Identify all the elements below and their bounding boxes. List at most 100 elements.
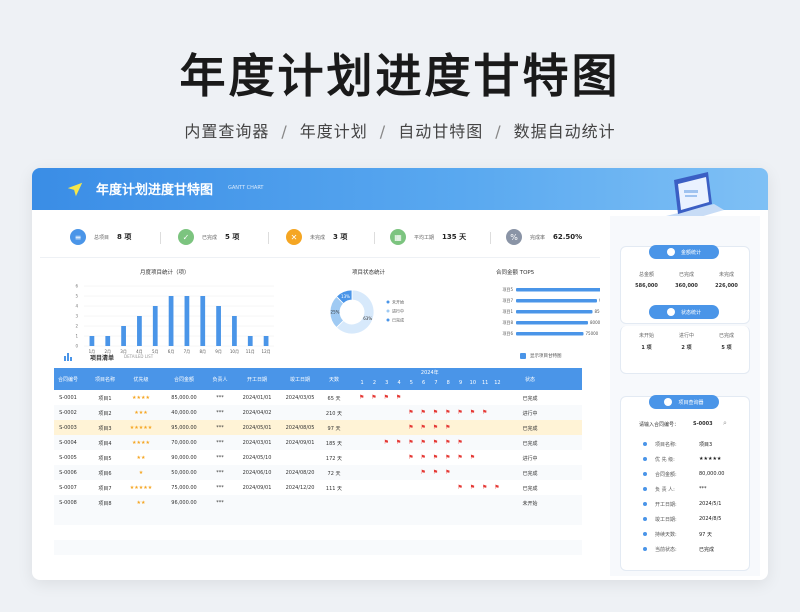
tag-separator: / bbox=[495, 122, 502, 141]
field-value: 已完成 bbox=[699, 547, 715, 553]
query-panel-title: 项目查询器 bbox=[649, 395, 719, 409]
category-label: 项目7 bbox=[502, 297, 513, 303]
amount-label: 已完成 bbox=[678, 272, 694, 278]
month-header: 3 bbox=[385, 380, 389, 386]
gantt-flag-icon: ⚑ bbox=[408, 424, 414, 431]
table-cell: 2024/09/01 bbox=[242, 485, 272, 491]
gantt-flag-icon: ⚑ bbox=[469, 484, 476, 491]
search-icon[interactable]: ⌕ bbox=[723, 419, 727, 428]
month-header: 2 bbox=[372, 380, 377, 386]
gantt-flag-icon: ⚑ bbox=[432, 469, 439, 476]
side-panel: 金额统计 总金额 已完成 未完成 586,000 360,000 226,000… bbox=[610, 216, 760, 576]
table-cell: 210 天 bbox=[325, 411, 343, 417]
table-cell: ★★★★ bbox=[132, 440, 150, 446]
table-cell: 2024/01/01 bbox=[242, 395, 272, 401]
column-header: 竣工日期 bbox=[289, 377, 310, 383]
status-cell: 已完成 bbox=[522, 471, 538, 477]
gantt-flag-icon: ⚑ bbox=[371, 394, 377, 401]
query-prompt: 请输入合同编号： bbox=[639, 422, 680, 428]
category-label: 项目1 bbox=[502, 308, 513, 314]
table-row[interactable]: S-0007 项目7 ★★★★★ 75,000.00 *** 2024/09/01 2024… bbox=[54, 480, 582, 495]
table-row[interactable]: S-0003 项目3 ★★★★★ 95,000.00 *** 2024/05/01 2024… bbox=[54, 420, 582, 435]
gantt-flag-icon: ⚑ bbox=[408, 409, 414, 416]
banner-subtitle: GANTT CHART bbox=[228, 185, 264, 191]
y-tick-label: 5 bbox=[75, 294, 78, 299]
field-label: 持续天数: bbox=[655, 532, 677, 538]
gantt-flag-icon: ⚑ bbox=[457, 454, 463, 461]
status-cell: 已完成 bbox=[522, 486, 538, 492]
stat-total: ≡ 总项目 8 项 bbox=[70, 228, 131, 246]
gantt-flag-icon: ⚑ bbox=[469, 409, 476, 416]
hero-tag: 内置查询器 bbox=[184, 122, 270, 141]
gantt-flag-icon: ⚑ bbox=[432, 424, 439, 431]
hero-tag: 自动甘特图 bbox=[398, 122, 484, 141]
stat-label: 总项目 bbox=[94, 234, 110, 241]
category-label: 项目6 bbox=[502, 330, 513, 336]
legend-dot bbox=[386, 318, 390, 322]
query-panel: 项目查询器 请输入合同编号： S-0003 ⌕ 项目名称: 项目3 优 先 级: ★★… bbox=[620, 395, 750, 571]
bar bbox=[152, 306, 158, 346]
status-value: 2 项 bbox=[681, 345, 692, 351]
column-header: 项目名称 bbox=[94, 377, 115, 383]
column-header: 天数 bbox=[328, 377, 339, 383]
table-row[interactable]: S-0008 项目8 ★★ 96,000.00 *** 未开始 bbox=[54, 495, 582, 510]
table-cell: 项目8 bbox=[98, 501, 112, 507]
data-label: 80000 bbox=[590, 320, 600, 325]
table-row[interactable]: S-0005 项目5 ★★ 90,000.00 *** 2024/05/10 172 天 ⚑ ⚑… bbox=[54, 450, 582, 465]
table-row[interactable]: S-0004 项目4 ★★★★ 70,000.00 *** 2024/03/01 2024/… bbox=[54, 435, 582, 450]
status-cell: 进行中 bbox=[522, 456, 538, 462]
legend-dot bbox=[386, 300, 390, 304]
bar bbox=[516, 332, 584, 336]
amount-label: 总金额 bbox=[638, 272, 654, 278]
stat-avg-duration: ▦ 平均工期 135 天 bbox=[390, 228, 466, 246]
field-label: 项目名称: bbox=[655, 442, 677, 448]
bar bbox=[89, 336, 95, 346]
field-label: 当前状态: bbox=[655, 547, 677, 553]
field-bullet bbox=[643, 547, 647, 551]
table-cell: 97 天 bbox=[327, 426, 341, 432]
table-cell: *** bbox=[216, 395, 224, 401]
field-bullet bbox=[643, 487, 647, 491]
field-bullet bbox=[643, 502, 647, 506]
status-panel-title: 状态统计 bbox=[649, 305, 719, 319]
table-row[interactable]: S-0006 项目6 ★ 50,000.00 *** 2024/06/10 2024/08/… bbox=[54, 465, 582, 480]
gantt-flag-icon: ⚑ bbox=[420, 424, 426, 431]
table-cell: S-0006 bbox=[59, 470, 77, 476]
bar bbox=[516, 288, 600, 292]
table-cell: 项目1 bbox=[98, 396, 112, 402]
stat-label: 平均工期 bbox=[414, 234, 435, 241]
gantt-flag-icon: ⚑ bbox=[445, 439, 451, 446]
query-input[interactable]: S-0003 bbox=[693, 421, 713, 427]
amount-value: 586,000 bbox=[635, 283, 658, 289]
amount-value: 226,000 bbox=[715, 283, 738, 289]
month-header: 7 bbox=[434, 380, 438, 386]
column-header: 合同编号 bbox=[57, 377, 78, 383]
gantt-checkbox[interactable] bbox=[520, 353, 526, 359]
gantt-flag-icon: ⚑ bbox=[432, 439, 439, 446]
table-cell: *** bbox=[216, 485, 224, 491]
gantt-flag-icon: ⚑ bbox=[445, 454, 451, 461]
table-row[interactable]: S-0001 项目1 ★★★★ 85,000.00 *** 2024/01/01 2024/… bbox=[54, 390, 582, 405]
gantt-flag-icon: ⚑ bbox=[457, 439, 463, 446]
stat-value: 5 项 bbox=[225, 233, 240, 241]
field-value: 80,000.00 bbox=[699, 471, 725, 477]
table-cell: *** bbox=[216, 470, 224, 476]
table-cell: S-0002 bbox=[59, 410, 77, 416]
status-cell: 已完成 bbox=[522, 441, 538, 447]
paper-plane-icon bbox=[67, 182, 83, 197]
stat-incomplete: ✕ 未完成 3 项 bbox=[286, 228, 347, 246]
field-value: ★★★★★ bbox=[699, 456, 722, 462]
table-cell: 50,000.00 bbox=[171, 470, 197, 476]
table-cell: 项目5 bbox=[98, 456, 112, 462]
field-value: 97 天 bbox=[699, 532, 712, 538]
bar bbox=[216, 306, 221, 346]
table-row[interactable]: S-0002 项目2 ★★★ 40,000.00 *** 2024/04/02 210 天 ⚑… bbox=[54, 405, 582, 420]
slice-label: 25% bbox=[331, 310, 340, 315]
bar bbox=[247, 336, 253, 346]
table-cell: 111 天 bbox=[325, 486, 343, 492]
table-cell: S-0005 bbox=[59, 455, 77, 461]
gantt-year-header: 2024年 bbox=[420, 370, 439, 376]
status-label: 进行中 bbox=[678, 333, 694, 339]
table-cell: 2024/03/01 bbox=[242, 440, 272, 446]
field-bullet bbox=[643, 532, 647, 536]
